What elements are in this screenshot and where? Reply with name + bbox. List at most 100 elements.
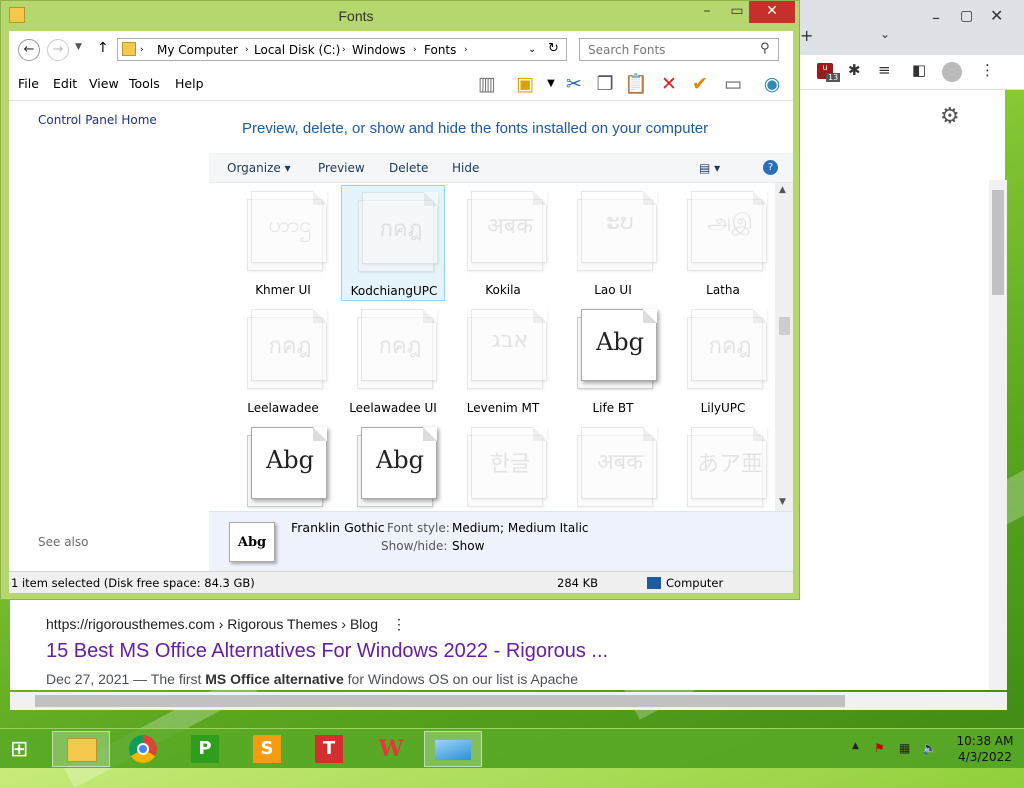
organize-button[interactable]: Organize ▾ xyxy=(227,161,291,175)
network-icon[interactable]: ▦ xyxy=(899,741,910,755)
title-bar[interactable]: Fonts – ▭ ✕ xyxy=(1,1,801,31)
breadcrumb-local-disk[interactable]: Local Disk (C:) xyxy=(254,43,340,57)
maximize-icon[interactable]: ▢ xyxy=(960,9,973,23)
font-item[interactable]: กคฎ Leelawadee UI xyxy=(341,303,445,419)
result-url-text: https://rigorousthemes.com › Rigorous Th… xyxy=(46,616,378,632)
taskbar-wps-office[interactable]: W xyxy=(362,731,420,767)
search-icon[interactable]: ⚲ xyxy=(760,41,770,56)
search-input[interactable]: Search Fonts xyxy=(588,43,665,57)
scroll-up-icon[interactable]: ▲ xyxy=(779,185,786,195)
settings-gear-icon[interactable]: ⚙ xyxy=(940,104,960,129)
preview-button[interactable]: Preview xyxy=(318,161,365,175)
minimize-icon[interactable]: – xyxy=(932,10,940,26)
font-item[interactable]: אבג Levenim MT xyxy=(451,303,555,419)
profile-avatar[interactable] xyxy=(942,62,962,82)
close-icon[interactable]: ✕ xyxy=(990,8,1003,24)
font-item[interactable]: กคฎ Leelawadee xyxy=(231,303,335,419)
font-item[interactable]: அஇ Latha xyxy=(671,185,775,301)
help-icon[interactable]: ? xyxy=(763,160,778,175)
forward-button[interactable]: → xyxy=(47,39,69,61)
taskbar-wps-writer[interactable]: T xyxy=(300,731,358,767)
menu-tools[interactable]: Tools xyxy=(129,76,160,91)
page-fold xyxy=(313,191,327,205)
more-menu-icon[interactable]: ⋮ xyxy=(980,63,995,78)
font-name-label: Lao UI xyxy=(594,283,632,297)
font-item[interactable]: あア亜 xyxy=(671,421,775,511)
address-dropdown-icon[interactable]: ⌄ xyxy=(528,44,536,55)
minimize-button[interactable]: – xyxy=(691,1,723,23)
scroll-thumb[interactable] xyxy=(992,190,1004,295)
breadcrumb-windows[interactable]: Windows xyxy=(352,43,406,57)
action-center-icon[interactable]: ⚑ xyxy=(874,741,885,755)
refresh-icon[interactable]: ↻ xyxy=(548,41,559,56)
menu-help[interactable]: Help xyxy=(175,76,204,91)
result-title-link[interactable]: 15 Best MS Office Alternatives For Windo… xyxy=(46,640,608,663)
menu-file[interactable]: File xyxy=(18,76,39,91)
media-icon[interactable]: ≡ xyxy=(878,63,891,78)
browser-window: + ⌄ – ▢ ✕ u 13 ✱ ≡ ◧ ⋮ xyxy=(800,0,1024,90)
recent-locations-icon[interactable]: ▼ xyxy=(75,42,82,52)
volume-icon[interactable]: 🔈 xyxy=(922,741,937,755)
browser-vertical-scrollbar[interactable] xyxy=(989,180,1007,690)
hide-button[interactable]: Hide xyxy=(452,161,479,175)
font-item[interactable]: Abg Life BT xyxy=(561,303,665,419)
taskbar-active-window[interactable] xyxy=(424,731,482,767)
more-options-icon[interactable]: ⋮ xyxy=(392,616,406,632)
globe-icon[interactable]: ◉ xyxy=(760,72,784,96)
delete-button[interactable]: Delete xyxy=(389,161,428,175)
taskbar-file-explorer[interactable] xyxy=(52,731,110,767)
copy-icon[interactable]: ❐ xyxy=(593,72,617,96)
sidepanel-icon[interactable]: ◧ xyxy=(912,63,926,78)
extensions-icon[interactable]: ✱ xyxy=(848,63,861,78)
show-hidden-icons[interactable]: ▲ xyxy=(852,741,859,751)
start-button[interactable]: ⊞ xyxy=(0,731,58,767)
font-item[interactable]: 한글 xyxy=(451,421,555,511)
scroll-down-icon[interactable]: ▼ xyxy=(779,497,786,507)
paste-icon[interactable]: 📋 xyxy=(624,72,648,96)
details-thumb-sample: Abg xyxy=(229,522,275,562)
font-grid-scrollbar[interactable]: ▲ ▼ xyxy=(775,183,793,511)
font-page-front: ະບ xyxy=(581,191,657,263)
folder-options-icon[interactable]: ▣ xyxy=(513,72,537,96)
cut-icon[interactable]: ✂ xyxy=(562,72,586,96)
breadcrumb-fonts[interactable]: Fonts xyxy=(424,43,456,57)
back-button[interactable]: ← xyxy=(18,39,40,61)
font-item[interactable]: กคฎ LilyUPC xyxy=(671,303,775,419)
delete-icon[interactable]: ✕ xyxy=(657,72,681,96)
checkmark-icon[interactable]: ✔ xyxy=(688,72,712,96)
control-panel-home-link[interactable]: Control Panel Home xyxy=(38,113,157,127)
menu-edit[interactable]: Edit xyxy=(53,76,77,91)
menu-view[interactable]: View xyxy=(89,76,119,91)
snippet-bold: MS Office alternative xyxy=(205,671,344,687)
search-box[interactable]: Search Fonts ⚲ xyxy=(579,38,779,61)
taskbar-chrome[interactable] xyxy=(114,731,172,767)
tab-search-icon[interactable]: ⌄ xyxy=(880,28,890,40)
font-item[interactable]: अबक xyxy=(561,421,665,511)
font-sample: אבג xyxy=(491,328,529,353)
layout-pane-icon[interactable]: ▥ xyxy=(475,72,499,96)
breadcrumb-my-computer[interactable]: My Computer xyxy=(157,43,238,57)
font-item[interactable]: अबक Kokila xyxy=(451,185,555,301)
browser-horizontal-scrollbar[interactable] xyxy=(10,692,1007,710)
scroll-thumb[interactable] xyxy=(35,695,845,707)
taskbar-wps-spreadsheets[interactable]: S xyxy=(238,731,296,767)
font-item[interactable]: Abg xyxy=(231,421,335,511)
font-page-front: அஇ xyxy=(691,191,767,263)
scroll-thumb[interactable] xyxy=(779,317,790,335)
close-button[interactable]: ✕ xyxy=(749,1,795,23)
taskbar-clock[interactable]: 10:38 AM 4/3/2022 xyxy=(950,733,1020,765)
view-options-icon[interactable]: ▤ ▾ xyxy=(699,161,720,175)
taskbar-wps-presentation[interactable]: P xyxy=(176,731,234,767)
address-box[interactable]: › My Computer › Local Disk (C:) › Window… xyxy=(117,38,567,61)
up-button[interactable]: ↑ xyxy=(97,40,109,56)
font-item[interactable]: ဟာဌ Khmer UI xyxy=(231,185,335,301)
font-grid: ဟာဌ Khmer UI กคฎ KodchiangUPC अबक Kokila ະບ Lao… xyxy=(209,183,793,511)
properties-icon[interactable]: ▭ xyxy=(721,72,745,96)
new-tab-button[interactable]: + xyxy=(800,28,813,44)
result-url[interactable]: https://rigorousthemes.com › Rigorous Th… xyxy=(46,616,406,633)
font-item[interactable]: กคฎ KodchiangUPC xyxy=(341,185,445,301)
options-dropdown-icon[interactable]: ▼ xyxy=(539,72,563,96)
font-item[interactable]: ະບ Lao UI xyxy=(561,185,665,301)
font-sample: Abg xyxy=(595,328,645,356)
font-item[interactable]: Abg xyxy=(341,421,445,511)
